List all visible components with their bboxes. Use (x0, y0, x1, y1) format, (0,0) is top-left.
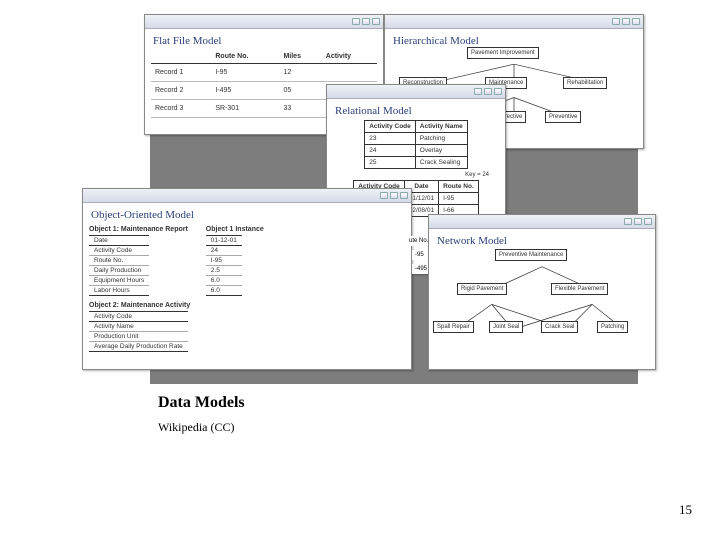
model-title-hierarchical: Hierarchical Model (393, 35, 637, 47)
n-node-root: Preventive Maintenance (495, 249, 567, 261)
page-number: 15 (679, 502, 692, 518)
slide-caption: Data Models (158, 394, 245, 412)
h-node: Preventive (545, 111, 581, 123)
col-activity: Activity (322, 50, 377, 64)
partial-value: -95 (412, 250, 427, 260)
oo-object1-heading: Object 1: Maintenance Report (89, 226, 188, 233)
h-node: Rehabilitation (563, 77, 607, 89)
oo-attrs-2: Activity Code Activity Name Production U… (89, 311, 188, 352)
titlebar (83, 189, 411, 203)
titlebar (385, 15, 643, 29)
window-chrome-title (148, 19, 150, 25)
oo-object2-heading: Object 2: Maintenance Activity (89, 302, 405, 309)
table-row: Record 1 I-95 12 (151, 64, 377, 82)
window-controls (352, 18, 380, 25)
model-title-flat-file: Flat File Model (153, 35, 377, 47)
slide-canvas: Flat File Model Route No. Miles Activity… (150, 18, 638, 384)
h-node-root: Pavement Improvement (467, 47, 539, 59)
titlebar (145, 15, 383, 29)
col-miles: Miles (279, 50, 321, 64)
oo-object1-instance: Object 1 Instance (206, 226, 264, 233)
slide-subcaption: Wikipedia (CC) (158, 420, 235, 435)
n-node: Spall Repair (433, 321, 474, 333)
col-blank (151, 50, 211, 64)
model-title-network: Network Model (437, 235, 649, 247)
titlebar (327, 85, 505, 99)
relational-key-label: Key = 24 (333, 172, 489, 178)
n-node: Patching (597, 321, 628, 333)
n-node: Rigid Pavement (457, 283, 507, 295)
model-title-oo: Object-Oriented Model (91, 209, 405, 221)
n-node: Crack Seal (541, 321, 578, 333)
col-route: Route No. (211, 50, 279, 64)
n-node: Flexible Pavement (551, 283, 608, 295)
model-title-relational: Relational Model (335, 105, 499, 117)
window-object-oriented: Object-Oriented Model Object 1: Maintena… (82, 188, 412, 370)
titlebar (429, 215, 655, 229)
relational-table-1: Activity CodeActivity Name 23Patching 24… (364, 120, 468, 169)
oo-values-1: 01-12-01 24 I-95 2.5 6.0 6.0 (206, 235, 242, 296)
oo-attrs-1: Date Activity Code Route No. Daily Produ… (89, 235, 149, 296)
window-network: Network Model Preventive Maintenance Rig… (428, 214, 656, 370)
n-node: Joint Seal (489, 321, 523, 333)
